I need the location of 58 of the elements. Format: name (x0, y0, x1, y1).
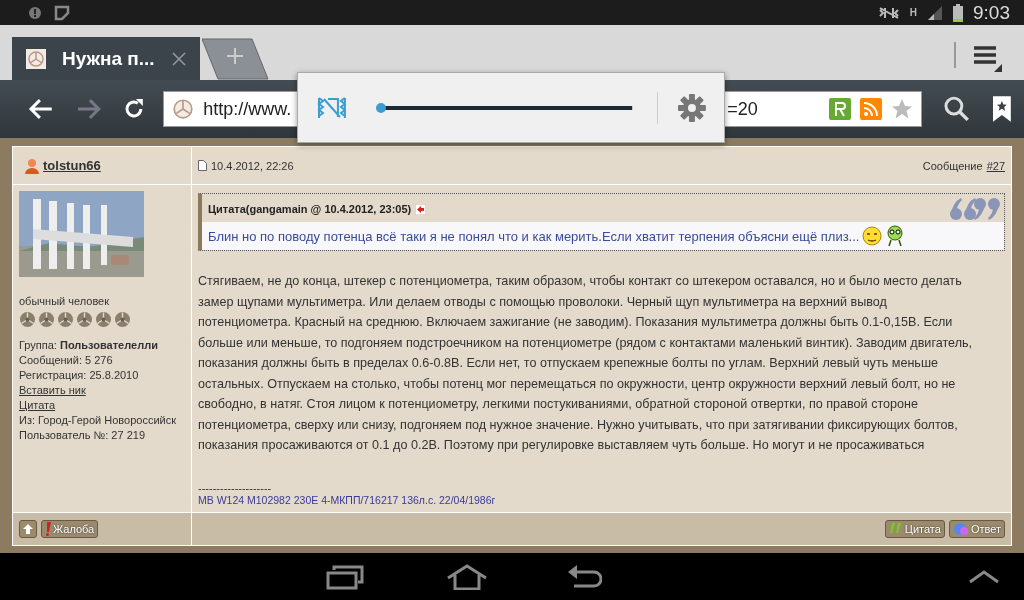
home-icon[interactable] (446, 563, 488, 590)
browser-tab[interactable]: Нужна п... (12, 37, 200, 80)
jump-arrow-icon[interactable] (415, 203, 427, 215)
smiley-icon (862, 226, 883, 246)
rank-star-icon (95, 311, 112, 328)
message-label: Сообщение (922, 159, 983, 172)
smiley-icon (885, 225, 906, 247)
notification-icon (28, 5, 42, 20)
signal-disabled-icon (877, 5, 900, 20)
profile-info: Регистрация: 25.8.2010 (19, 368, 140, 382)
rank-star-icon (57, 311, 74, 328)
recent-apps-icon[interactable] (326, 563, 366, 590)
back-icon[interactable] (568, 563, 602, 590)
document-icon (198, 160, 207, 171)
search-icon[interactable] (944, 96, 971, 122)
user-icon (25, 157, 39, 174)
author-link[interactable]: tolstun66 (43, 158, 101, 173)
signal-icon (927, 4, 943, 21)
battery-icon (953, 3, 963, 22)
new-tab-button[interactable] (202, 38, 270, 80)
quote-marks-icon (888, 523, 903, 535)
profile-link[interactable]: Цитата (19, 398, 176, 412)
signature-rule: -------------------- (198, 482, 273, 494)
back-icon[interactable] (28, 97, 54, 121)
profile-link[interactable]: Вставить ник (19, 383, 176, 397)
speech-bubbles-icon (952, 522, 969, 536)
profile-info: Группа: Пользователелли (19, 338, 159, 352)
rank-star-icon (114, 311, 131, 328)
bookmark-icon[interactable] (992, 95, 1012, 123)
network-type: H (909, 7, 917, 18)
forward-icon[interactable] (75, 97, 102, 121)
clock: 9:03 (973, 1, 1010, 24)
profile-info: Из: Город-Герой Новороссийск (19, 413, 176, 427)
post-text: Стягиваем, не до конца, штекер с потенциометра, таким образом, чтобы контакт со штекером оставался, но и было место делать замер щупами мультиметра. Или делаем отводы с помощью проволоки. Черный щуп мультиметра на верхний вывод потенциометра. Красный на среднюю. Включаем зажигание (не заводим). Показания мультиметра должны быть 0.1-0,15В. Если больше или меньше, то подгоняем подстроечником на потенциометре (рядом с контактами маленький винтик). Заводим двигатель, показания должны быть в пределах 0.6-0.8В. Если нет, то отпускаем крепежные болты по углам. Верхний левый чуть меньше остальных. Отпускаем на столько, чтобы потенц мог перемещаться по окружности, центр окружности верхний левый болт, но не свободно, в натяг. Стоя лицом к потенциометру, легкими постукиваниями, обратной стороной отвертки, по правой стороне потенциометра, сверху или снизу, подгоняем под нужное значение. Нужно учитывать, что при затягивании фиксирующих болтов, показания просаживаются от 0.1 до 0.2В. Поэтому при регулировке выставляем чуть больше. Но могут и не просаживаться (198, 273, 974, 454)
signature: MB W124 M102982 230E 4-МКПП/716217 136л.с. 22/04/1986г (198, 494, 497, 506)
reload-icon[interactable] (123, 98, 146, 120)
rank-star-icon (19, 311, 36, 328)
rank-star-icon (76, 311, 93, 328)
close-icon[interactable] (172, 51, 186, 66)
arrow-up-icon (23, 524, 33, 534)
star-icon[interactable] (891, 98, 914, 120)
message-link[interactable]: #27 (986, 159, 1005, 172)
exclamation-icon (45, 522, 51, 536)
reader-icon[interactable] (829, 98, 852, 120)
profile-info: Сообщений: 5 276 (19, 353, 114, 367)
scroll-top-button[interactable] (19, 520, 37, 538)
post-date: 10.4.2012, 22:26 (211, 159, 294, 172)
auto-brightness-icon[interactable] (316, 95, 348, 120)
favicon-icon (26, 48, 46, 69)
user-rank: обычный человек (19, 295, 110, 307)
menu-icon[interactable] (972, 44, 1002, 72)
quote-marks-icon (948, 196, 1002, 222)
rank-star-icon (38, 311, 55, 328)
favicon-icon (172, 98, 195, 120)
quote-header: Цитата(gangamain @ 10.4.2012, 23:05) (208, 203, 412, 215)
chevron-up-icon[interactable] (968, 569, 1000, 584)
quote-text: Блин но по поводу потенца всё таки я не понял что и как мерить.Если хватит терпения объясни ещё плиз... (208, 228, 860, 244)
profile-info: Пользователь №: 27 219 (19, 428, 146, 442)
